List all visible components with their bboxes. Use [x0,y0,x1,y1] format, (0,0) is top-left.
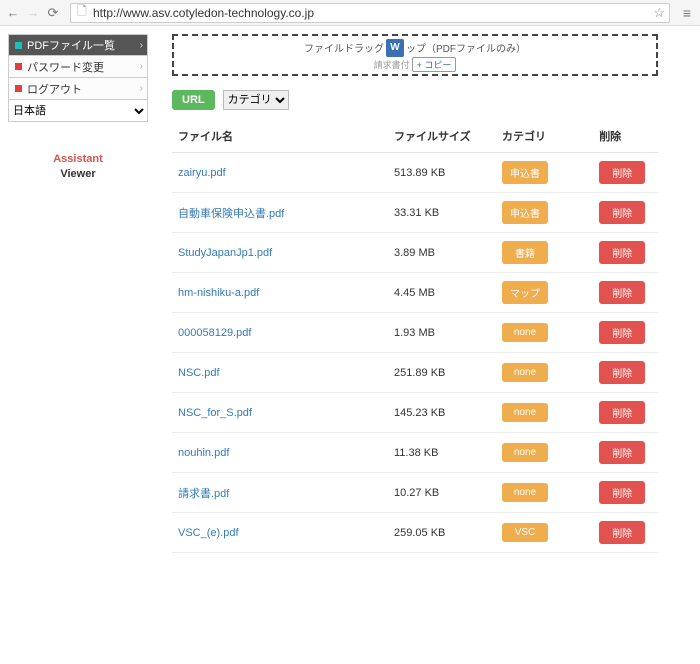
file-size: 259.05 KB [388,513,496,553]
file-link[interactable]: 自動車保険申込書.pdf [178,208,284,220]
file-drop-zone[interactable]: ファイルドラッグ W ップ（PDFファイルのみ） 請求書付 + コピー [172,34,658,76]
file-link[interactable]: NSC.pdf [178,367,220,379]
main-content: ファイルドラッグ W ップ（PDFファイルのみ） 請求書付 + コピー URL … [148,34,658,553]
nav-bullet-icon [15,85,22,92]
brand-logo: Assistant Viewer [8,152,148,183]
category-tag[interactable]: none [502,403,548,422]
delete-button[interactable]: 削除 [599,281,645,304]
file-size: 4.45 MB [388,273,496,313]
page-icon: 🗋 [75,2,89,23]
table-row: NSC_for_S.pdf 145.23 KB none 削除 [172,393,658,433]
file-link[interactable]: VSC_(e).pdf [178,527,239,539]
sidebar-item-2[interactable]: ログアウト › [8,78,148,100]
delete-button[interactable]: 削除 [599,521,645,544]
sidebar: PDFファイル一覧 › パスワード変更 › ログアウト › 日本語 Assistant V… [8,34,148,553]
category-tag[interactable]: none [502,323,548,342]
brand-line1: Assistant [8,152,148,167]
sidebar-item-1[interactable]: パスワード変更 › [8,56,148,78]
table-row: 000058129.pdf 1.93 MB none 削除 [172,313,658,353]
file-size: 11.38 KB [388,433,496,473]
url-input[interactable] [89,6,653,20]
col-header-filename: ファイル名 [172,120,388,153]
chevron-right-icon: › [140,83,143,94]
nav-bullet-icon [15,63,22,70]
file-size: 3.89 MB [388,233,496,273]
table-row: 自動車保険申込書.pdf 33.31 KB 申込書 削除 [172,193,658,233]
toolbar: URL カテゴリ [172,90,658,110]
bookmark-icon[interactable]: ☆ [653,5,665,21]
file-link[interactable]: 000058129.pdf [178,327,251,339]
file-size: 513.89 KB [388,153,496,193]
category-filter-select[interactable]: カテゴリ [223,90,289,110]
file-link[interactable]: 請求書.pdf [178,488,229,500]
sidebar-item-0[interactable]: PDFファイル一覧 › [8,34,148,56]
table-row: 請求書.pdf 10.27 KB none 削除 [172,473,658,513]
file-size: 33.31 KB [388,193,496,233]
table-row: nouhin.pdf 11.38 KB none 削除 [172,433,658,473]
delete-button[interactable]: 削除 [599,321,645,344]
table-row: NSC.pdf 251.89 KB none 削除 [172,353,658,393]
category-tag[interactable]: none [502,363,548,382]
dropzone-sub-label: 請求書付 [374,58,410,71]
brand-line2: Viewer [8,167,148,182]
dropzone-text-right: ップ（PDFファイルのみ） [406,40,526,55]
menu-icon[interactable]: ≡ [680,6,694,20]
file-link[interactable]: hm-nishiku-a.pdf [178,287,259,299]
file-link[interactable]: StudyJapanJp1.pdf [178,247,272,259]
category-tag[interactable]: マップ [502,281,548,304]
chevron-right-icon: › [140,61,143,72]
file-link[interactable]: nouhin.pdf [178,447,229,459]
col-header-category: カテゴリ [496,120,593,153]
delete-button[interactable]: 削除 [599,161,645,184]
nav-bullet-icon [15,42,22,49]
delete-button[interactable]: 削除 [599,441,645,464]
file-table: ファイル名 ファイルサイズ カテゴリ 削除 zairyu.pdf 513.89 K… [172,120,658,553]
chevron-right-icon: › [140,40,143,51]
category-tag[interactable]: 書籍 [502,241,548,264]
category-tag[interactable]: 申込書 [502,161,548,184]
delete-button[interactable]: 削除 [599,401,645,424]
browser-toolbar: ← → ⟳ 🗋 ☆ ≡ [0,0,700,26]
back-icon[interactable]: ← [6,6,20,20]
table-row: zairyu.pdf 513.89 KB 申込書 削除 [172,153,658,193]
table-row: StudyJapanJp1.pdf 3.89 MB 書籍 削除 [172,233,658,273]
address-bar[interactable]: 🗋 ☆ [70,3,670,23]
forward-icon[interactable]: → [26,6,40,20]
word-icon: W [386,39,404,57]
file-size: 251.89 KB [388,353,496,393]
file-size: 1.93 MB [388,313,496,353]
language-select[interactable]: 日本語 [8,100,148,122]
category-tag[interactable]: none [502,443,548,462]
reload-icon[interactable]: ⟳ [46,6,60,20]
file-link[interactable]: zairyu.pdf [178,167,226,179]
table-row: hm-nishiku-a.pdf 4.45 MB マップ 削除 [172,273,658,313]
category-tag[interactable]: VSC [502,523,548,542]
category-tag[interactable]: 申込書 [502,201,548,224]
file-size: 145.23 KB [388,393,496,433]
file-size: 10.27 KB [388,473,496,513]
sidebar-item-label: PDFファイル一覧 [27,37,115,53]
delete-button[interactable]: 削除 [599,201,645,224]
file-link[interactable]: NSC_for_S.pdf [178,407,252,419]
url-button[interactable]: URL [172,90,215,110]
delete-button[interactable]: 削除 [599,241,645,264]
dropzone-text-left: ファイルドラッグ [304,40,384,55]
category-tag[interactable]: none [502,483,548,502]
delete-button[interactable]: 削除 [599,481,645,504]
col-header-filesize: ファイルサイズ [388,120,496,153]
table-row: VSC_(e).pdf 259.05 KB VSC 削除 [172,513,658,553]
sidebar-item-label: ログアウト [27,81,82,97]
copy-button[interactable]: + コピー [412,57,457,72]
delete-button[interactable]: 削除 [599,361,645,384]
sidebar-item-label: パスワード変更 [27,59,104,75]
col-header-delete: 削除 [593,120,658,153]
